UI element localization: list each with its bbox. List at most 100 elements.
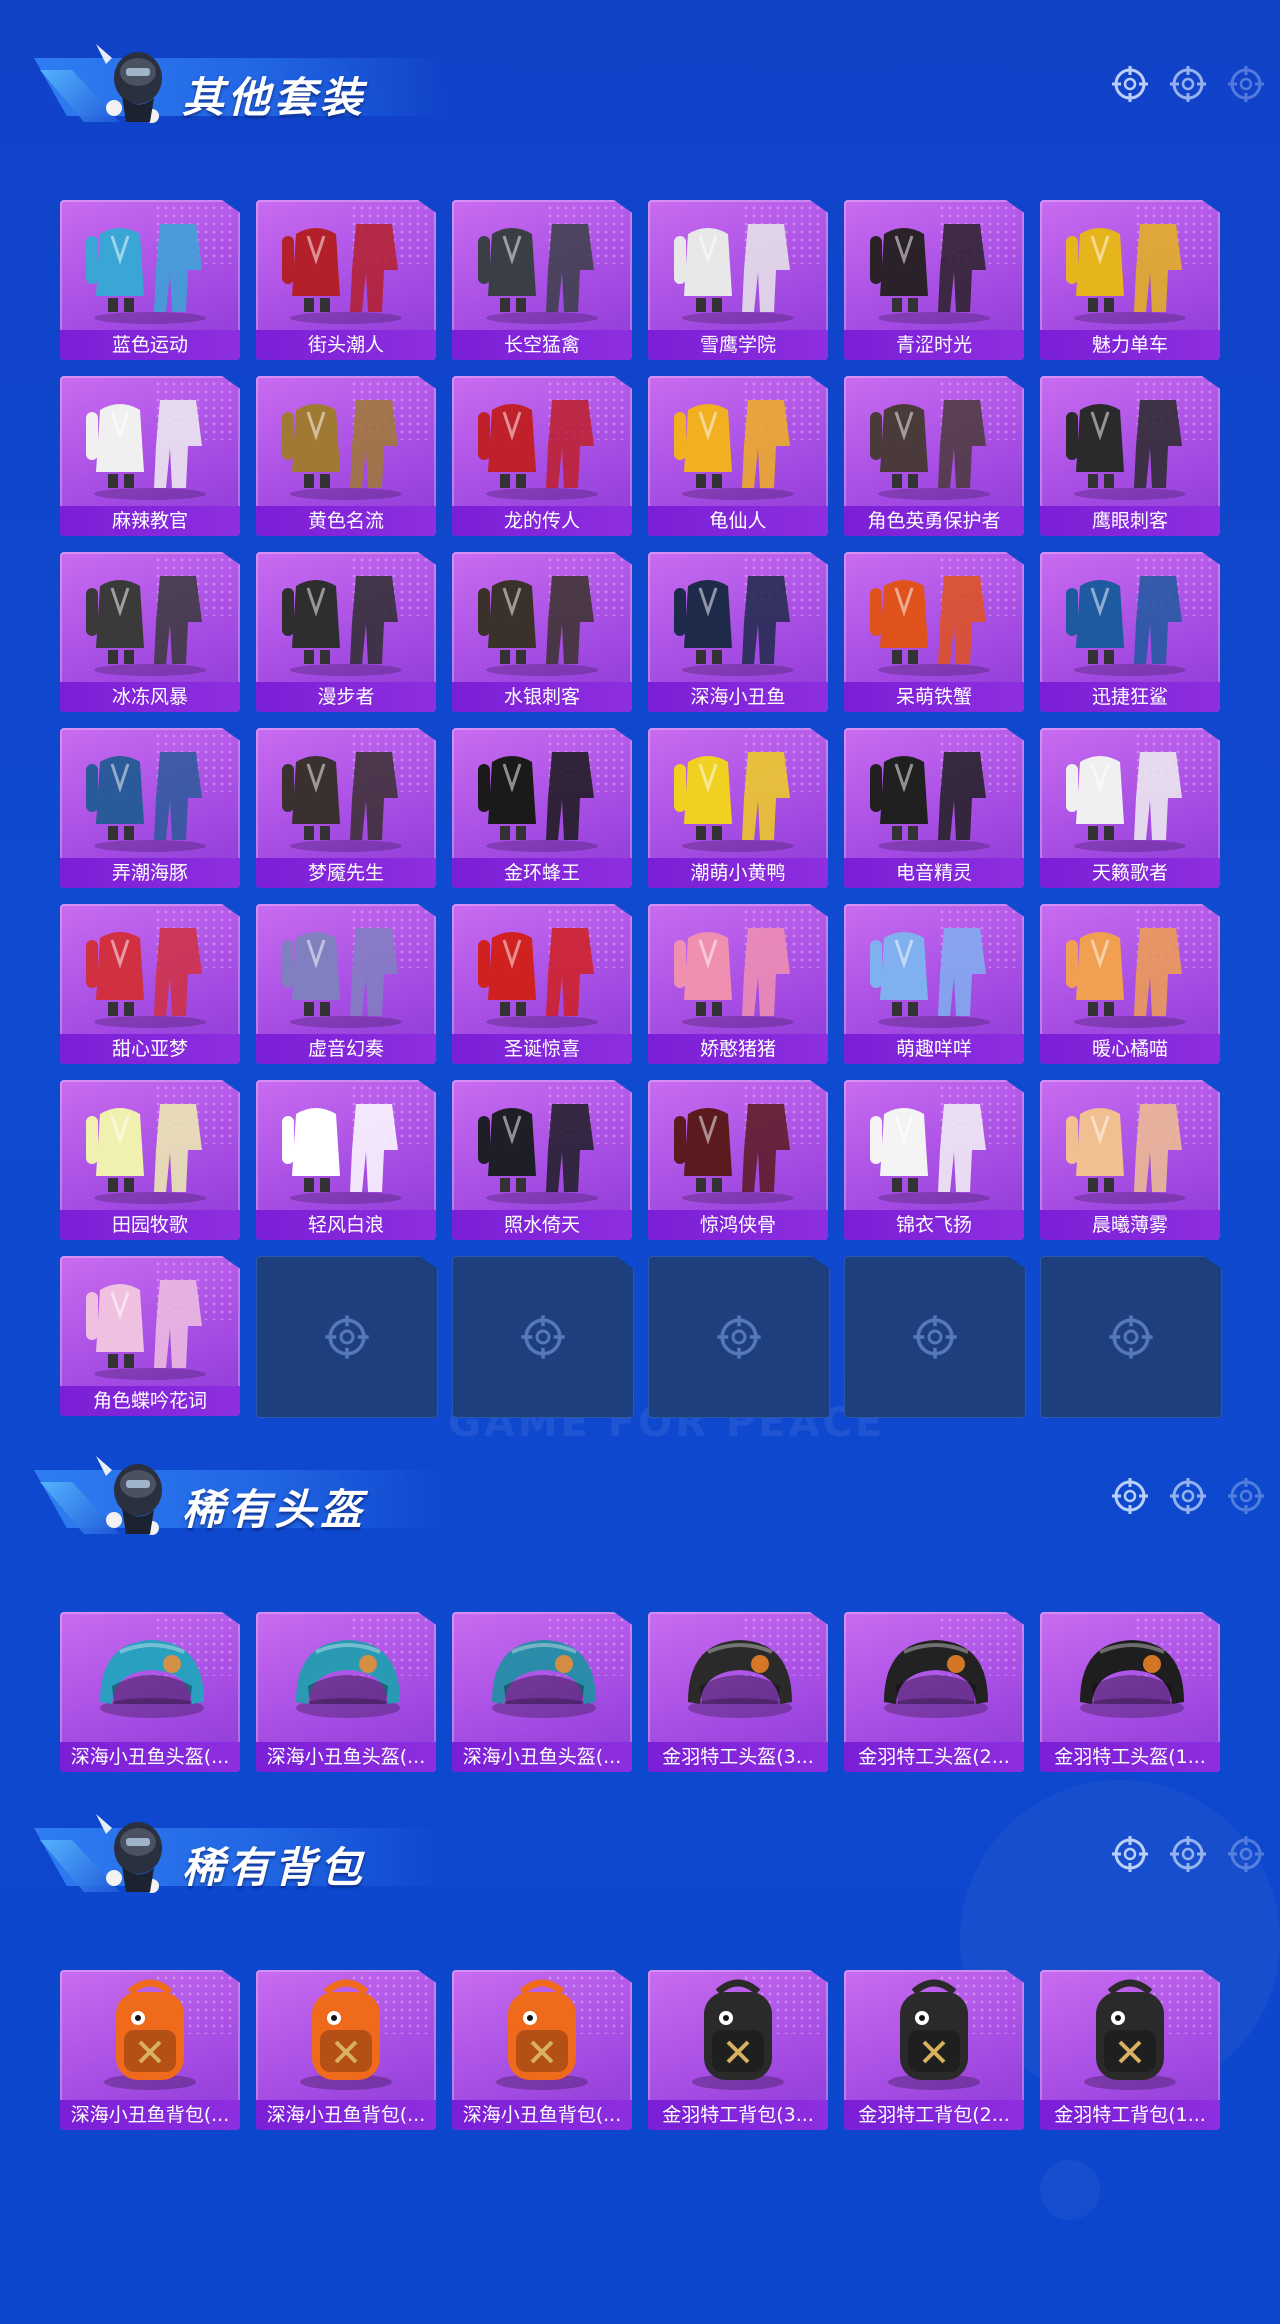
item-card[interactable]: 潮萌小黄鸭 xyxy=(648,728,828,888)
item-card[interactable]: 金环蜂王 xyxy=(452,728,632,888)
item-card[interactable]: 锦衣飞扬 xyxy=(844,1080,1024,1240)
item-card[interactable]: 照水倚天 xyxy=(452,1080,632,1240)
item-card[interactable]: 田园牧歌 xyxy=(60,1080,240,1240)
helmet-icon xyxy=(844,1612,1024,1740)
item-card[interactable]: 青涩时光 xyxy=(844,200,1024,360)
item-label: 深海小丑鱼背包(... xyxy=(256,2100,436,2130)
item-card[interactable]: 角色英勇保护者 xyxy=(844,376,1024,536)
outfit-icon xyxy=(1040,728,1220,856)
item-card[interactable]: 娇憨猪猪 xyxy=(648,904,828,1064)
item-label: 魅力单车 xyxy=(1040,330,1220,360)
crosshair-decoration xyxy=(1110,1476,1264,1520)
outfit-icon xyxy=(648,728,828,856)
item-label: 金羽特工头盔(1... xyxy=(1040,1742,1220,1772)
item-card[interactable]: 雪鹰学院 xyxy=(648,200,828,360)
item-card[interactable]: 金羽特工背包(1... xyxy=(1040,1970,1220,2130)
outfit-icon xyxy=(60,552,240,680)
item-label: 深海小丑鱼头盔(... xyxy=(60,1742,240,1772)
item-card[interactable]: 黄色名流 xyxy=(256,376,436,536)
outfit-icon xyxy=(1040,904,1220,1032)
item-label: 惊鸿侠骨 xyxy=(648,1210,828,1240)
item-card[interactable]: 深海小丑鱼背包(... xyxy=(256,1970,436,2130)
backpack-icon xyxy=(60,1970,240,2098)
item-label: 娇憨猪猪 xyxy=(648,1034,828,1064)
item-card[interactable]: 天籁歌者 xyxy=(1040,728,1220,888)
item-label: 天籁歌者 xyxy=(1040,858,1220,888)
backpack-icon xyxy=(844,1970,1024,2098)
item-card[interactable]: 角色蝶吟花词 xyxy=(60,1256,240,1416)
item-label: 深海小丑鱼头盔(... xyxy=(256,1742,436,1772)
item-card[interactable]: 蓝色运动 xyxy=(60,200,240,360)
mascot-icon xyxy=(92,38,178,130)
item-label: 冰冻风暴 xyxy=(60,682,240,712)
item-card[interactable]: 麻辣教官 xyxy=(60,376,240,536)
item-card[interactable]: 深海小丑鱼头盔(... xyxy=(452,1612,632,1772)
outfit-icon xyxy=(648,376,828,504)
item-label: 呆萌铁蟹 xyxy=(844,682,1024,712)
item-label: 街头潮人 xyxy=(256,330,436,360)
item-card[interactable]: 龟仙人 xyxy=(648,376,828,536)
helmet-icon xyxy=(1040,1612,1220,1740)
item-label: 雪鹰学院 xyxy=(648,330,828,360)
item-card[interactable]: 电音精灵 xyxy=(844,728,1024,888)
item-card[interactable]: 深海小丑鱼 xyxy=(648,552,828,712)
item-card[interactable]: 惊鸿侠骨 xyxy=(648,1080,828,1240)
item-card[interactable]: 金羽特工头盔(1... xyxy=(1040,1612,1220,1772)
item-card[interactable]: 魅力单车 xyxy=(1040,200,1220,360)
item-card[interactable]: 轻风白浪 xyxy=(256,1080,436,1240)
item-card[interactable]: 深海小丑鱼头盔(... xyxy=(256,1612,436,1772)
crosshair-icon xyxy=(913,1315,957,1359)
item-label: 虚音幻奏 xyxy=(256,1034,436,1064)
section-title: 稀有背包 xyxy=(182,1843,367,1892)
outfit-icon xyxy=(452,376,632,504)
crosshair-icon xyxy=(1226,1834,1266,1874)
item-card[interactable]: 呆萌铁蟹 xyxy=(844,552,1024,712)
item-label: 圣诞惊喜 xyxy=(452,1034,632,1064)
item-card[interactable]: 漫步者 xyxy=(256,552,436,712)
item-card[interactable]: 金羽特工背包(3... xyxy=(648,1970,828,2130)
item-card[interactable]: 长空猛禽 xyxy=(452,200,632,360)
item-card[interactable]: 金羽特工头盔(2... xyxy=(844,1612,1024,1772)
item-label: 电音精灵 xyxy=(844,858,1024,888)
item-card[interactable]: 鹰眼刺客 xyxy=(1040,376,1220,536)
item-card[interactable]: 水银刺客 xyxy=(452,552,632,712)
crosshair-decoration xyxy=(1110,64,1264,108)
item-card[interactable]: 圣诞惊喜 xyxy=(452,904,632,1064)
item-card[interactable]: 街头潮人 xyxy=(256,200,436,360)
outfit-icon xyxy=(452,904,632,1032)
item-card[interactable]: 金羽特工头盔(3... xyxy=(648,1612,828,1772)
item-card[interactable]: 迅捷狂鲨 xyxy=(1040,552,1220,712)
item-card[interactable]: 晨曦薄雾 xyxy=(1040,1080,1220,1240)
outfit-icon xyxy=(256,376,436,504)
empty-slot xyxy=(256,1256,438,1418)
item-card[interactable]: 深海小丑鱼背包(... xyxy=(452,1970,632,2130)
item-card[interactable]: 虚音幻奏 xyxy=(256,904,436,1064)
item-label: 萌趣咩咩 xyxy=(844,1034,1024,1064)
item-label: 长空猛禽 xyxy=(452,330,632,360)
item-label: 角色英勇保护者 xyxy=(844,506,1024,536)
outfit-icon xyxy=(1040,552,1220,680)
outfit-icon xyxy=(60,728,240,856)
item-card[interactable]: 冰冻风暴 xyxy=(60,552,240,712)
crosshair-icon xyxy=(717,1315,761,1359)
item-label: 轻风白浪 xyxy=(256,1210,436,1240)
outfit-icon xyxy=(256,552,436,680)
item-card[interactable]: 深海小丑鱼背包(... xyxy=(60,1970,240,2130)
item-label: 梦魇先生 xyxy=(256,858,436,888)
item-card[interactable]: 金羽特工背包(2... xyxy=(844,1970,1024,2130)
backpack-icon xyxy=(452,1970,632,2098)
item-label: 晨曦薄雾 xyxy=(1040,1210,1220,1240)
item-card[interactable]: 弄潮海豚 xyxy=(60,728,240,888)
item-card[interactable]: 梦魇先生 xyxy=(256,728,436,888)
background-decoration xyxy=(1040,2160,1100,2220)
item-card[interactable]: 萌趣咩咩 xyxy=(844,904,1024,1064)
item-card[interactable]: 暖心橘喵 xyxy=(1040,904,1220,1064)
outfit-icon xyxy=(844,200,1024,328)
item-label: 深海小丑鱼背包(... xyxy=(60,2100,240,2130)
outfit-icon xyxy=(452,728,632,856)
crosshair-icon xyxy=(1168,1476,1208,1516)
item-card[interactable]: 深海小丑鱼头盔(... xyxy=(60,1612,240,1772)
item-label: 金羽特工头盔(2... xyxy=(844,1742,1024,1772)
item-card[interactable]: 甜心亚梦 xyxy=(60,904,240,1064)
item-card[interactable]: 龙的传人 xyxy=(452,376,632,536)
